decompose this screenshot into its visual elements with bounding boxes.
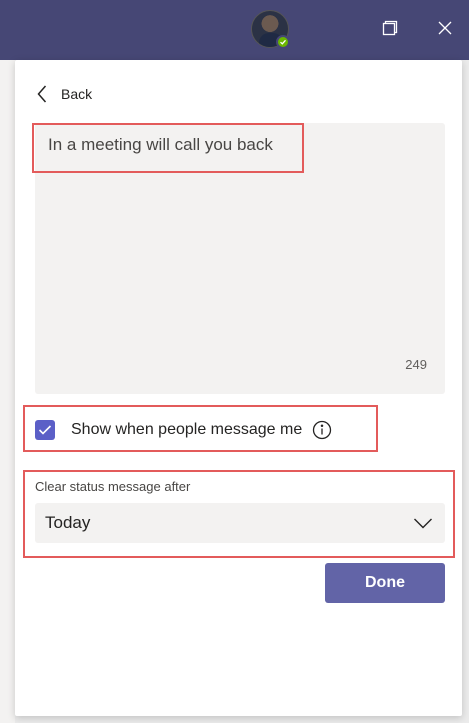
clear-after-value: Today <box>45 513 91 532</box>
close-window-button[interactable] <box>430 13 460 43</box>
back-label: Back <box>61 86 93 102</box>
character-counter: 249 <box>405 357 427 372</box>
status-message-text: In a meeting will call you back <box>48 135 273 154</box>
show-when-messaged-checkbox[interactable] <box>35 420 55 440</box>
back-button[interactable]: Back <box>37 83 92 105</box>
done-button[interactable]: Done <box>325 563 445 603</box>
restore-window-icon <box>382 20 398 36</box>
close-icon <box>438 21 452 35</box>
background-app-edge <box>0 60 15 723</box>
show-when-messaged-label: Show when people message me <box>71 421 303 438</box>
title-bar <box>0 0 469 60</box>
chevron-left-icon <box>37 85 47 103</box>
clear-after-label: Clear status message after <box>35 479 191 494</box>
info-icon[interactable] <box>312 420 332 440</box>
available-check-icon <box>276 35 290 49</box>
checkmark-icon <box>38 425 52 435</box>
chevron-down-icon <box>414 518 432 529</box>
clear-after-dropdown[interactable]: Today <box>35 503 445 543</box>
status-message-panel: Back In a meeting will call you back 249… <box>15 60 462 716</box>
show-when-messaged-option[interactable]: Show when people message me <box>35 416 332 444</box>
restore-window-button[interactable] <box>375 13 405 43</box>
status-message-input[interactable]: In a meeting will call you back 249 <box>35 123 445 394</box>
